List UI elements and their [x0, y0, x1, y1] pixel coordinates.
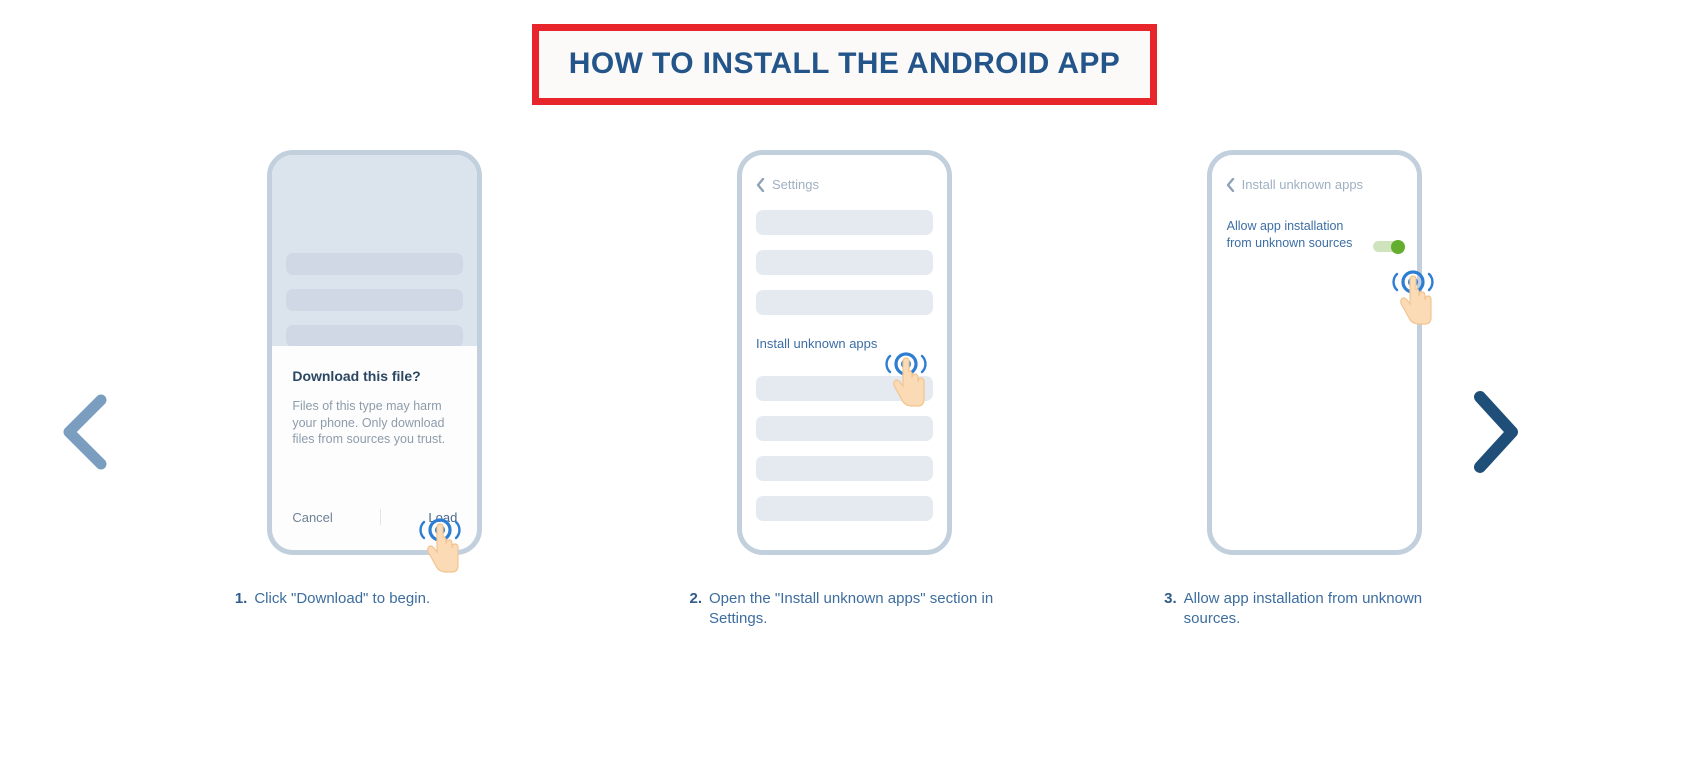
step-caption-3: 3. Allow app installation from unknown s…: [1164, 589, 1464, 629]
install-guide-page: HOW TO INSTALL THE ANDROID APP Download …: [0, 0, 1689, 771]
placeholder-bar: [755, 456, 933, 481]
phone-mockup-3: Install unknown apps Allow app installat…: [1206, 150, 1434, 555]
chevron-left-icon[interactable]: [1226, 177, 1235, 192]
settings-header: Settings: [742, 155, 947, 192]
dialog-title: Download this file?: [292, 368, 421, 384]
steps-carousel: Download this file? Files of this type m…: [140, 150, 1549, 629]
toggle-knob: [1390, 240, 1405, 254]
placeholder-bar: [755, 290, 933, 315]
step-slide-3: Install unknown apps Allow app installat…: [1114, 150, 1514, 629]
step-number: 3.: [1164, 590, 1177, 607]
step-number: 1.: [234, 590, 248, 607]
placeholder-bar: [755, 376, 933, 401]
step-slide-1: Download this file? Files of this type m…: [175, 150, 575, 609]
load-button[interactable]: Load: [428, 510, 457, 525]
phone-mockup-1: Download this file? Files of this type m…: [267, 150, 483, 573]
placeholder-bar: [755, 416, 933, 441]
install-unknown-apps-header-title: Install unknown apps: [1241, 177, 1364, 192]
dialog-actions: Cancel Load: [292, 509, 457, 525]
placeholder-bar: [286, 325, 464, 347]
download-dialog: Download this file? Files of this type m…: [272, 346, 478, 550]
step-caption-text: Open the "Install unknown apps" section …: [709, 590, 994, 627]
install-unknown-apps-item[interactable]: Install unknown apps: [742, 330, 947, 353]
dialog-divider: [380, 509, 382, 525]
phone-screen-2: Settings Install unknown apps: [741, 155, 947, 550]
step-caption-1: 1. Click "Download" to begin.: [235, 589, 515, 609]
placeholder-bar: [755, 496, 933, 521]
allow-install-label: Allow app installation from unknown sour…: [1226, 219, 1353, 250]
allow-install-row: Allow app installation from unknown sour…: [1212, 192, 1417, 254]
step-slide-2: Settings Install unknown apps 2. Open th…: [644, 150, 1044, 629]
placeholder-bar: [755, 210, 933, 235]
page-title-box: HOW TO INSTALL THE ANDROID APP: [531, 24, 1158, 105]
step-caption-text: Click "Download" to begin.: [254, 590, 431, 607]
placeholder-bar: [286, 253, 464, 275]
phone-mockup-2: Settings Install unknown apps: [736, 150, 952, 555]
placeholder-bar: [286, 289, 464, 311]
settings-header-title: Settings: [771, 177, 819, 192]
placeholder-bar: [755, 250, 933, 275]
page-title-container: HOW TO INSTALL THE ANDROID APP: [0, 24, 1689, 105]
step-number: 2.: [689, 590, 702, 607]
chevron-left-icon[interactable]: [756, 177, 765, 192]
step-caption-text: Allow app installation from unknown sour…: [1183, 590, 1423, 627]
page-title: HOW TO INSTALL THE ANDROID APP: [568, 47, 1121, 80]
chevron-left-icon: [57, 392, 113, 472]
cancel-button[interactable]: Cancel: [292, 510, 332, 525]
phone-screen-1: Download this file? Files of this type m…: [272, 155, 478, 550]
allow-install-toggle[interactable]: [1372, 240, 1405, 254]
carousel-prev-button[interactable]: [57, 392, 113, 472]
dialog-body: Files of this type may harm your phone. …: [292, 399, 446, 446]
step-caption-2: 2. Open the "Install unknown apps" secti…: [689, 589, 999, 629]
skeleton-bars-1: [272, 155, 477, 347]
phone-screen-3: Install unknown apps Allow app installat…: [1211, 155, 1417, 550]
install-unknown-apps-header: Install unknown apps: [1212, 155, 1417, 192]
